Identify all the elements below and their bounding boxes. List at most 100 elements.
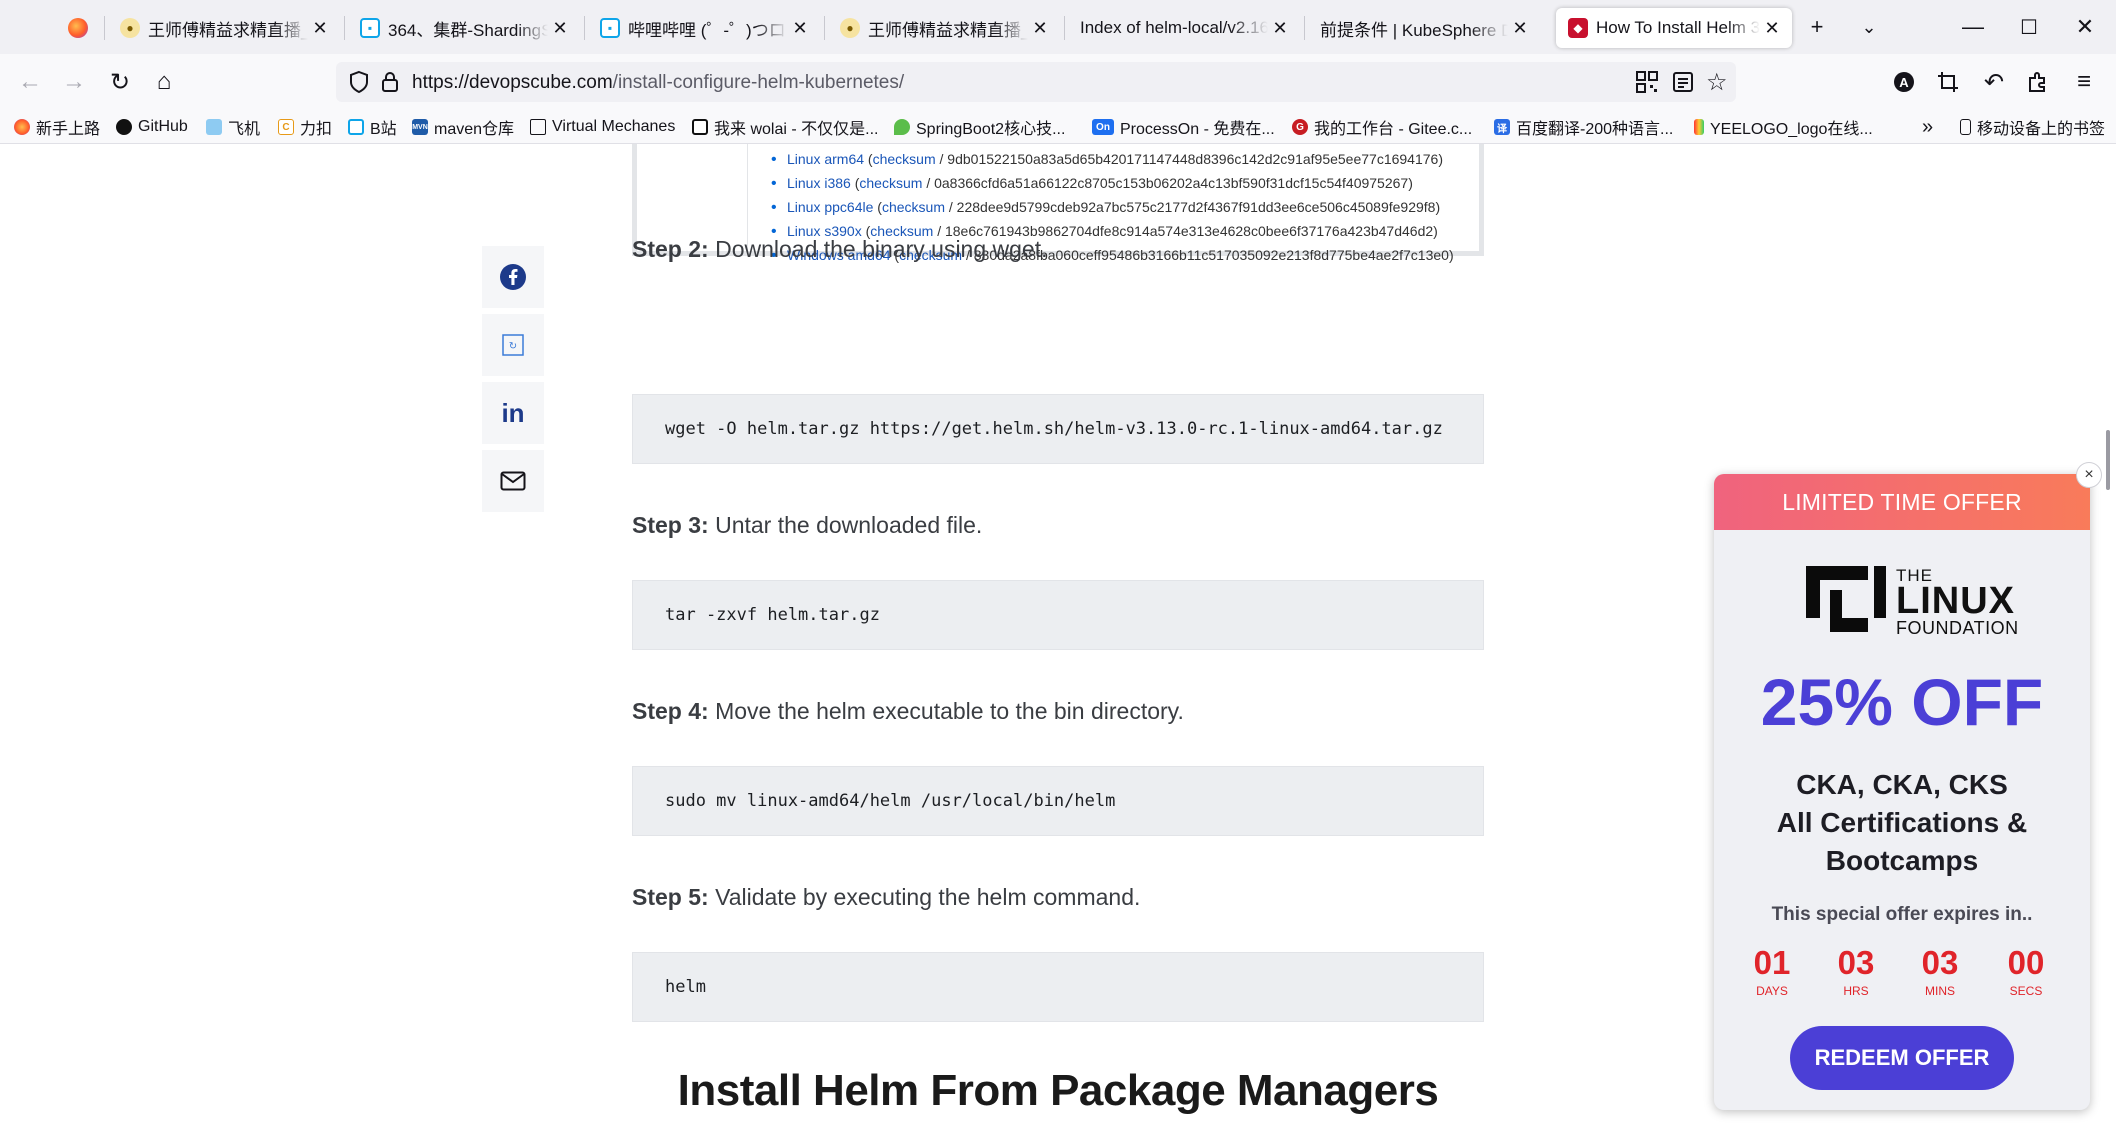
code-block-move[interactable]: sudo mv linux-amd64/helm /usr/local/bin/… (632, 766, 1484, 836)
tab-title: How To Install Helm 3 F (1596, 18, 1760, 37)
list-tabs-chevron-icon[interactable]: ⌄ (1846, 10, 1892, 44)
processon-icon: On (1092, 119, 1114, 135)
tab-active[interactable]: ◆ How To Install Helm 3 F ✕ (1556, 8, 1792, 48)
new-tab-icon[interactable]: + (1794, 10, 1840, 44)
download-item: Linux ppc64le (checksum / 228dee9d5799cd… (771, 199, 1440, 217)
download-link[interactable]: Linux ppc64le (787, 199, 873, 215)
bookmark-label: 飞机 (228, 121, 261, 138)
step-description: Untar the downloaded file. (708, 512, 983, 538)
close-tab-icon[interactable]: ✕ (312, 18, 328, 39)
tab-firefox-view[interactable] (56, 8, 104, 48)
shield-icon[interactable] (348, 70, 370, 99)
bookmark-item[interactable]: 新手上路 (14, 114, 100, 140)
checksum-link[interactable]: checksum (873, 151, 936, 167)
email-share-icon[interactable] (482, 450, 544, 512)
code-block-helm[interactable]: helm (632, 952, 1484, 1022)
bookmark-folder[interactable]: Virtual Mechanes (530, 114, 675, 140)
linkedin-share-icon[interactable]: in (482, 382, 544, 444)
navigation-toolbar: ← → ↻ ⌂ https://devopscube.com/install-c… (0, 54, 2116, 110)
chick-icon: ● (120, 18, 140, 38)
promo-popup: LIMITED TIME OFFER THE LINUX FOUNDATION … (1714, 474, 2090, 1110)
step-description: Validate by executing the helm command. (708, 884, 1141, 910)
countdown-minutes: 03 MINS (1910, 944, 1970, 998)
qr-code-icon[interactable] (1636, 71, 1658, 98)
code-text: tar -zxvf helm.tar.gz (665, 605, 880, 625)
close-tab-icon[interactable]: ✕ (1032, 18, 1048, 39)
bookmark-star-icon[interactable]: ☆ (1706, 68, 1728, 97)
back-icon[interactable]: ← (14, 66, 46, 98)
bookmark-label: maven仓库 (434, 121, 515, 138)
checksum-hash: / 0a8366cfd6a51a66122c8705c153b06202a4c1… (926, 175, 1413, 191)
bookmark-item[interactable]: YEELOGO_logo在线... (1694, 114, 1873, 140)
account-icon[interactable]: A (1888, 66, 1920, 98)
logo-text-linux: LINUX (1896, 580, 2015, 622)
lock-icon[interactable] (380, 70, 400, 99)
undo-icon[interactable]: ↶ (1978, 66, 2010, 98)
redeem-offer-button[interactable]: REDEEM OFFER (1790, 1026, 2014, 1090)
tab-title: Index of helm-local/v2.16.2 (1080, 18, 1268, 37)
close-tab-icon[interactable]: ✕ (1512, 18, 1528, 39)
bookmark-item[interactable]: MVN maven仓库 (412, 114, 514, 140)
facebook-share-icon[interactable] (482, 246, 544, 308)
step-2-text: Step 2: Download the binary using wget. (632, 236, 1048, 263)
bookmark-item[interactable]: On ProcessOn - 免费在... (1092, 114, 1275, 140)
page-scrollbar[interactable] (2106, 430, 2110, 490)
reader-view-icon[interactable] (1672, 71, 1694, 98)
checksum-link[interactable]: checksum (882, 199, 945, 215)
bookmark-item[interactable]: G 我的工作台 - Gitee.c... (1292, 114, 1472, 140)
tab-1[interactable]: ● 王师傅精益求精直播_炉石 ✕ (108, 8, 340, 48)
mobile-bookmarks[interactable]: 移动设备上的书签 (1960, 114, 2105, 140)
crop-screenshot-icon[interactable] (1932, 66, 1964, 98)
close-tab-icon[interactable]: ✕ (1272, 18, 1288, 39)
reload-icon[interactable]: ↻ (104, 66, 136, 98)
bookmark-label: YEELOGO_logo在线... (1710, 121, 1873, 138)
bookmark-item[interactable]: B站 (348, 114, 397, 140)
bookmark-label: 移动设备上的书签 (1977, 121, 2106, 138)
bookmark-item[interactable]: 我来 wolai - 不仅仅是... (692, 114, 878, 140)
close-window-icon[interactable]: ✕ (2062, 10, 2108, 44)
close-popup-icon[interactable]: × (2076, 462, 2102, 488)
bookmark-item[interactable]: 飞机 (206, 114, 260, 140)
download-link[interactable]: Linux arm64 (787, 151, 864, 167)
close-tab-icon[interactable]: ✕ (792, 18, 808, 39)
code-block-untar[interactable]: tar -zxvf helm.tar.gz (632, 580, 1484, 650)
home-icon[interactable]: ⌂ (148, 66, 180, 98)
tab-2[interactable]: ▪ 364、集群-ShardingSph ✕ (348, 8, 580, 48)
tab-4[interactable]: ● 王师傅精益求精直播_炉石 ✕ (828, 8, 1060, 48)
tab-5[interactable]: Index of helm-local/v2.16.2 ✕ (1068, 8, 1300, 48)
forward-icon[interactable]: → (58, 66, 90, 98)
bookmark-label: Virtual Mechanes (552, 118, 676, 135)
share-icon[interactable]: ↻ (482, 314, 544, 376)
countdown-days: 01 DAYS (1742, 944, 1802, 998)
bookmark-item[interactable]: C 力扣 (278, 114, 332, 140)
more-bookmarks-chevron-icon[interactable]: » (1922, 114, 1933, 140)
tab-6[interactable]: 前提条件 | KubeSphere Doc ✕ (1308, 8, 1540, 48)
linux-foundation-logo: THE LINUX FOUNDATION (1806, 566, 2018, 638)
step-5-text: Step 5: Validate by executing the helm c… (632, 884, 1140, 911)
tab-3[interactable]: ▪ 哔哩哔哩 (゜-゜)つロ 干杯 ✕ (588, 8, 820, 48)
bookmark-label: 百度翻译-200种语言... (1516, 121, 1674, 138)
menu-icon[interactable]: ≡ (2068, 66, 2100, 98)
download-link[interactable]: Linux i386 (787, 175, 851, 191)
tab-title: 前提条件 | KubeSphere Doc (1320, 20, 1508, 40)
url-text[interactable]: https://devopscube.com/install-configure… (412, 72, 904, 94)
extensions-icon[interactable] (2022, 66, 2054, 98)
bookmark-item[interactable]: SpringBoot2核心技... (894, 114, 1065, 140)
bookmark-item[interactable]: GitHub (116, 114, 188, 140)
close-tab-icon[interactable]: ✕ (552, 18, 568, 39)
step-3-text: Step 3: Untar the downloaded file. (632, 512, 982, 539)
folder-icon (530, 119, 546, 135)
yeelogo-icon (1694, 119, 1704, 135)
countdown-label: DAYS (1756, 984, 1788, 998)
code-block-wget[interactable]: wget -O helm.tar.gz https://get.helm.sh/… (632, 394, 1484, 464)
maximize-icon[interactable]: ☐ (2006, 10, 2052, 44)
bookmark-item[interactable]: 译百度翻译-200种语言... (1494, 114, 1673, 140)
close-tab-icon[interactable]: ✕ (1764, 18, 1780, 39)
step-label: Step 2: (632, 236, 709, 262)
github-icon (116, 119, 132, 135)
minimize-icon[interactable]: — (1950, 10, 1996, 44)
step-4-text: Step 4: Move the helm executable to the … (632, 698, 1184, 725)
url-path: /install-configure-helm-kubernetes/ (612, 72, 905, 93)
checksum-link[interactable]: checksum (859, 175, 922, 191)
url-bar[interactable]: https://devopscube.com/install-configure… (336, 62, 1736, 102)
